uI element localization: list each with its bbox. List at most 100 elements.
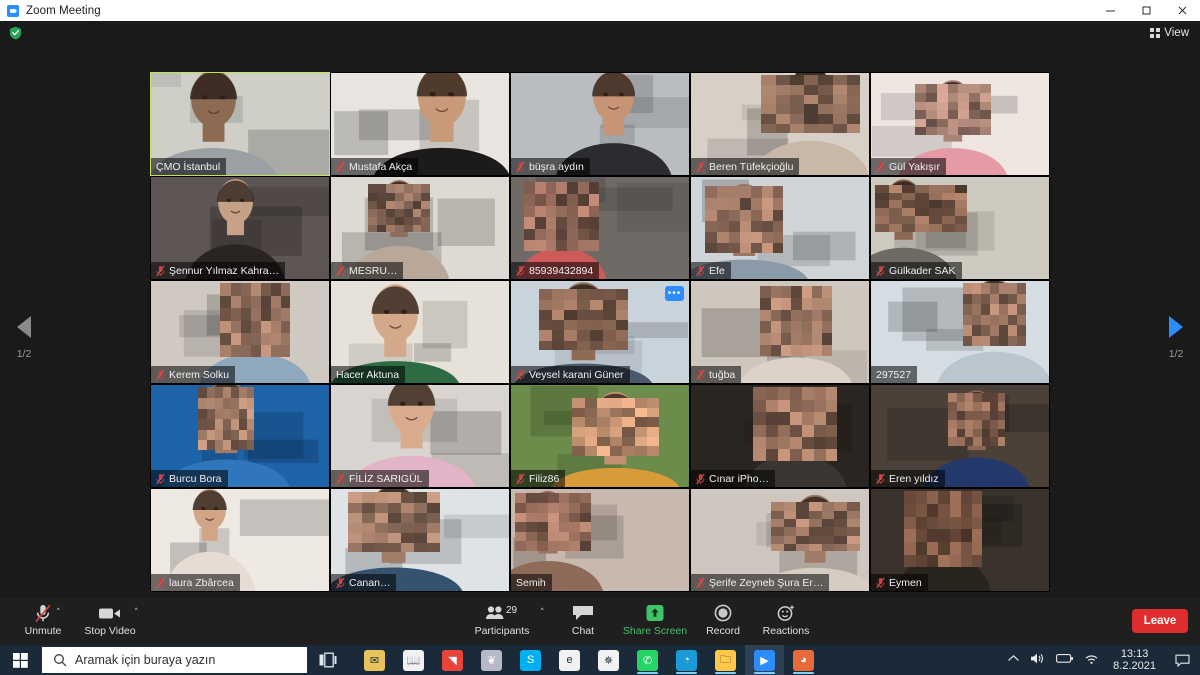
participant-tile[interactable]: ••• Veysel karani Güner [510,280,690,384]
file-explorer-icon[interactable]: 🗀 [706,645,745,675]
participant-tile[interactable]: FİLİZ SARIGÜL [330,384,510,488]
face-pixelation-overlay [571,397,659,456]
participant-nametag: MESRU… [331,262,404,279]
internet-explorer-icon-glyph: e [559,649,580,671]
face-pixelation-overlay [770,502,860,552]
mic-muted-icon [876,577,885,588]
windows-start-icon [12,652,28,668]
taskbar-search-input[interactable]: Aramak için buraya yazın [42,647,307,673]
tile-more-options-button[interactable]: ••• [665,286,684,301]
participant-nametag: Şerife Zeyneb Şura Er… [691,574,830,591]
participant-tile[interactable]: 297527 [870,280,1050,384]
mail-app-icon[interactable]: ✉ [355,645,394,675]
chevron-up-icon[interactable] [1007,654,1020,666]
participant-name: Efe [709,264,725,277]
mic-muted-icon [696,473,705,484]
participant-name: Şennur Yılmaz Kahra… [169,264,280,277]
next-page-button[interactable]: 1/2 [1152,316,1200,360]
meeting-toolbar: Unmute ˄ Stop Video ˄ 29 Participants ˄ … [0,598,1200,645]
participant-tile[interactable]: 85939432894 [510,176,690,280]
participant-name: Filiz86 [529,472,560,485]
taskbar-clock[interactable]: 13:13 8.2.2021 [1109,648,1160,672]
participant-nametag: Canan… [331,574,397,591]
zoom-app-icon[interactable]: ▶ [745,645,784,675]
face-pixelation-overlay [219,283,290,358]
participant-tile[interactable]: ÇMO İstanbul [150,72,330,176]
mic-muted-icon [876,473,885,484]
leave-button[interactable]: Leave [1132,609,1188,633]
search-placeholder-text: Aramak için buraya yazın [75,653,216,667]
participant-tile[interactable]: tuğba [690,280,870,384]
office-app-icon[interactable]: ◥ [433,645,472,675]
participants-button[interactable]: 29 Participants [465,602,539,642]
participant-tile[interactable]: Burcu Bora [150,384,330,488]
face-pixelation-overlay [963,283,1026,346]
view-button[interactable]: View [1147,24,1192,42]
notification-icon[interactable] [1170,645,1194,675]
unmute-button[interactable]: Unmute [6,602,80,642]
share-screen-button[interactable]: Share Screen [616,602,694,642]
start-button[interactable] [0,645,40,675]
previous-page-button[interactable]: 1/2 [0,316,48,360]
system-tray: 13:13 8.2.2021 [1007,645,1200,675]
participant-tile[interactable]: Filiz86 [510,384,690,488]
chevron-right-icon [1169,316,1183,338]
participants-caret[interactable]: ˄ [540,608,545,618]
participant-tile[interactable]: Kerem Solku [150,280,330,384]
internet-explorer-icon[interactable]: e [550,645,589,675]
close-button[interactable] [1164,0,1200,21]
face-pixelation-overlay [947,393,1006,446]
reactions-label: Reactions [762,625,810,637]
participant-tile[interactable]: Cınar iPho… [690,384,870,488]
participant-tile[interactable]: laura Zbârcea [150,488,330,592]
task-view-icon [319,652,337,668]
mic-muted-icon [696,369,705,380]
participant-tile[interactable]: MESRU… [330,176,510,280]
wifi-icon[interactable] [1084,653,1099,668]
participant-nametag: 297527 [871,366,918,383]
whatsapp-icon[interactable]: ✆ [628,645,667,675]
paint-app-icon[interactable]: ◕ [784,645,823,675]
participant-nametag: Filiz86 [511,470,566,487]
battery-icon[interactable] [1056,653,1074,667]
participant-tile[interactable]: Beren Tüfekçioğlu [690,72,870,176]
participant-tile[interactable]: Canan… [330,488,510,592]
task-view-button[interactable] [307,645,349,675]
record-circle-icon [714,602,732,624]
participant-tile[interactable]: Şennur Yılmaz Kahra… [150,176,330,280]
participant-name: laura Zbârcea [169,576,234,589]
participant-tile[interactable]: Eymen [870,488,1050,592]
participant-tile[interactable]: Gül Yakışır [870,72,1050,176]
participant-tile[interactable]: Efe [690,176,870,280]
reactions-button[interactable]: Reactions [749,602,823,642]
face-pixelation-overlay [367,183,431,233]
minimize-button[interactable] [1092,0,1128,21]
audio-options-caret[interactable]: ˄ [56,608,61,618]
microsoft-edge-icon[interactable]: ◔ [667,645,706,675]
participant-tile[interactable]: Hacer Aktuna [330,280,510,384]
speaker-icon[interactable] [1030,652,1046,668]
microsoft-edge-icon-glyph: ◔ [676,649,697,671]
skype-icon-glyph: S [520,649,541,671]
record-label: Record [706,625,740,637]
video-options-caret[interactable]: ˄ [134,608,139,618]
maximize-button[interactable] [1128,0,1164,21]
paint-3d-icon[interactable]: ❦ [472,645,511,675]
chat-bubble-icon [571,602,595,624]
slack-icon[interactable]: ✵ [589,645,628,675]
book-app-icon[interactable]: 📖 [394,645,433,675]
participant-tile[interactable]: büşra aydın [510,72,690,176]
svg-text:29: 29 [506,605,518,616]
chat-button[interactable]: Chat [546,602,620,642]
participant-tile[interactable]: Şerife Zeyneb Şura Er… [690,488,870,592]
participant-tile[interactable]: Gülkader SAK [870,176,1050,280]
zoom-app-icon [7,4,19,17]
green-shield-icon[interactable] [9,26,22,40]
chevron-left-icon [17,316,31,338]
participant-tile[interactable]: Eren yıldız [870,384,1050,488]
participant-tile[interactable]: Semih [510,488,690,592]
taskbar-app-list: ✉ 📖 ◥ ❦ Se ✵ ✆ ◔ 🗀 ▶ ◕ [355,645,823,675]
skype-icon[interactable]: S [511,645,550,675]
search-icon [54,654,67,667]
participant-tile[interactable]: Mustafa Akça [330,72,510,176]
